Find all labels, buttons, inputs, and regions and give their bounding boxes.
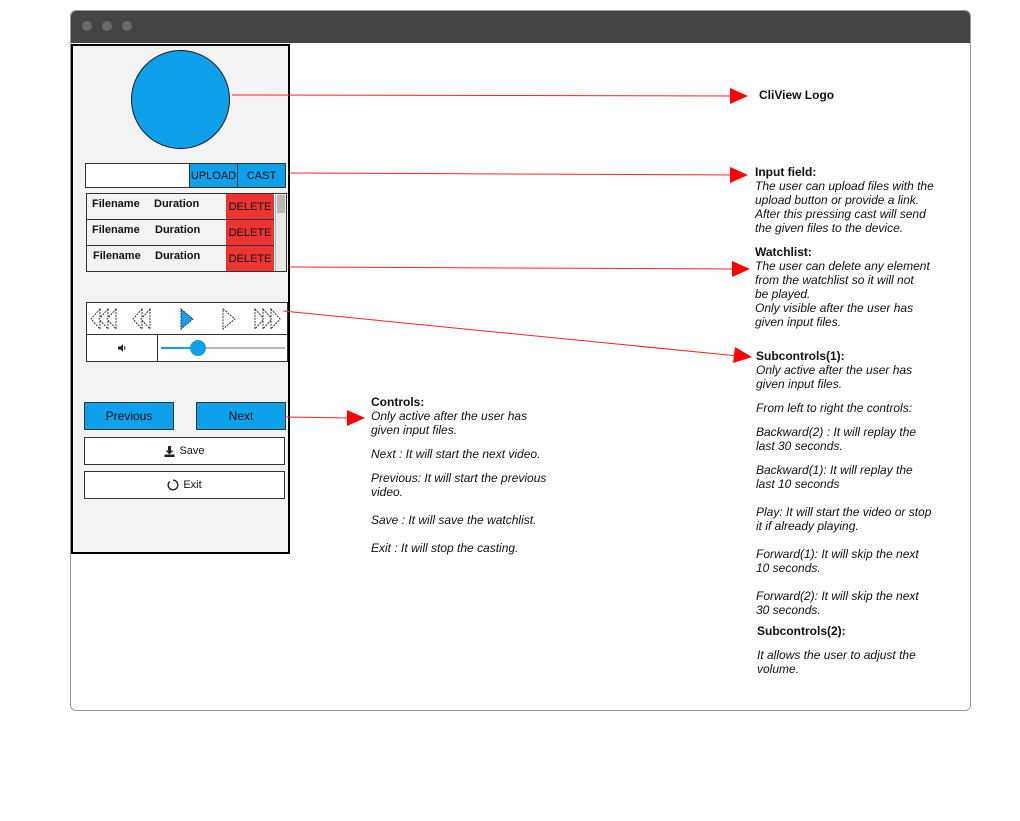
subcontrols2-annotation-title: Subcontrols(2): [757, 624, 846, 638]
watchlist-annotation: Watchlist: The user can delete any eleme… [755, 245, 955, 329]
cast-button[interactable]: CAST [237, 163, 286, 188]
annotation-line: last 10 seconds [756, 477, 840, 491]
annotation-line: volume. [757, 662, 800, 676]
window-maximize-dot[interactable] [122, 21, 132, 31]
duration-label: Duration [154, 198, 200, 210]
watchlist-row: Filename Duration DELETE [87, 194, 274, 220]
playback-controls [86, 302, 288, 335]
duration-label: Duration [155, 250, 201, 262]
cliview-logo [131, 50, 230, 149]
previous-button[interactable]: Previous [84, 402, 174, 430]
logo-annotation: CliView Logo [759, 88, 835, 102]
input-annotation-title: Input field: [755, 165, 817, 179]
delete-button[interactable]: DELETE [226, 220, 274, 245]
volume-slider-track[interactable] [161, 340, 285, 356]
play-icon[interactable] [179, 305, 195, 333]
window-close-dot[interactable] [82, 21, 92, 31]
exit-label: Exit [183, 479, 202, 491]
forward-30-icon[interactable] [253, 305, 283, 333]
next-button[interactable]: Next [196, 402, 286, 430]
filename-label: Filename [93, 250, 141, 262]
scroll-thumb[interactable] [277, 195, 285, 213]
volume-icon [87, 335, 158, 361]
input-annotation: Input field: The user can upload files w… [755, 165, 955, 235]
annotation-line: given input files. [371, 423, 458, 437]
annotation-line: Forward(2): It will skip the next [756, 589, 919, 603]
backward-30-icon[interactable] [90, 305, 118, 333]
annotation-line: From left to right the controls: [756, 401, 913, 415]
subcontrols2-annotation: Subcontrols(2): It allows the user to ad… [757, 624, 957, 676]
volume-slider-thumb[interactable] [190, 340, 207, 356]
file-link-input[interactable] [85, 163, 190, 188]
upload-button[interactable]: UPLOAD [189, 163, 238, 188]
annotation-line: Save : It will save the watchlist. [371, 513, 537, 527]
title-bar [71, 11, 970, 43]
annotation-line: Backward(2) : It will replay the [756, 425, 917, 439]
watchlist-row: Filename Duration DELETE [87, 246, 274, 271]
annotation-line: Only active after the user has [756, 363, 913, 377]
filename-label: Filename [92, 224, 140, 236]
save-button[interactable]: Save [84, 437, 285, 465]
controls-annotation: Controls: Only active after the user has… [371, 395, 576, 555]
annotation-line: Only visible after the user has [755, 301, 914, 315]
annotation-line: it if already playing. [756, 519, 859, 533]
annotation-line: Previous: It will start the previous [371, 471, 547, 485]
annotation-line: The user can upload files with the [755, 179, 934, 193]
annotation-line: The user can delete any element [755, 259, 930, 273]
delete-button[interactable]: DELETE [226, 194, 274, 219]
save-label: Save [179, 445, 205, 457]
annotation-line: Forward(1): It will skip the next [756, 547, 919, 561]
subcontrols1-annotation: Subcontrols(1): Only active after the us… [756, 349, 956, 617]
watchlist-scrollbar[interactable] [275, 194, 286, 271]
annotation-line: 10 seconds. [756, 561, 821, 575]
annotation-line: last 30 seconds. [756, 439, 843, 453]
watchlist: Filename Duration DELETE Filename Durati… [86, 193, 287, 272]
exit-button[interactable]: Exit [84, 471, 285, 499]
input-field-row: UPLOAD CAST [85, 163, 286, 188]
backward-10-icon[interactable] [131, 305, 153, 333]
annotation-line: Next : It will start the next video. [371, 447, 541, 461]
annotation-line: the given files to the device. [755, 221, 904, 235]
annotation-line: given input files. [755, 315, 842, 329]
delete-button[interactable]: DELETE [226, 246, 274, 271]
annotation-line: Only active after the user has [371, 409, 528, 423]
duration-label: Duration [155, 224, 201, 236]
annotation-line: Play: It will start the video or stop [756, 505, 932, 519]
watchlist-annotation-title: Watchlist: [755, 245, 812, 259]
annotation-line: 30 seconds. [756, 603, 821, 617]
volume-control [86, 334, 288, 362]
power-icon [167, 479, 179, 491]
download-icon [164, 445, 175, 457]
annotation-line: upload button or provide a link. [755, 193, 920, 207]
annotation-line: be played. [755, 287, 811, 301]
annotation-line: Backward(1): It will replay the [756, 463, 913, 477]
annotation-line: video. [371, 485, 404, 499]
forward-10-icon[interactable] [221, 305, 237, 333]
window-minimize-dot[interactable] [102, 21, 112, 31]
annotation-line: It allows the user to adjust the [757, 648, 916, 662]
filename-label: Filename [92, 198, 140, 210]
annotation-line: After this pressing cast will send [755, 207, 926, 221]
annotation-line: given input files. [756, 377, 843, 391]
controls-annotation-title: Controls: [371, 395, 425, 409]
annotation-line: from the watchlist so it will not [755, 273, 914, 287]
subcontrols1-annotation-title: Subcontrols(1): [756, 349, 845, 363]
watchlist-row: Filename Duration DELETE [87, 220, 274, 246]
annotation-line: Exit : It will stop the casting. [371, 541, 519, 555]
